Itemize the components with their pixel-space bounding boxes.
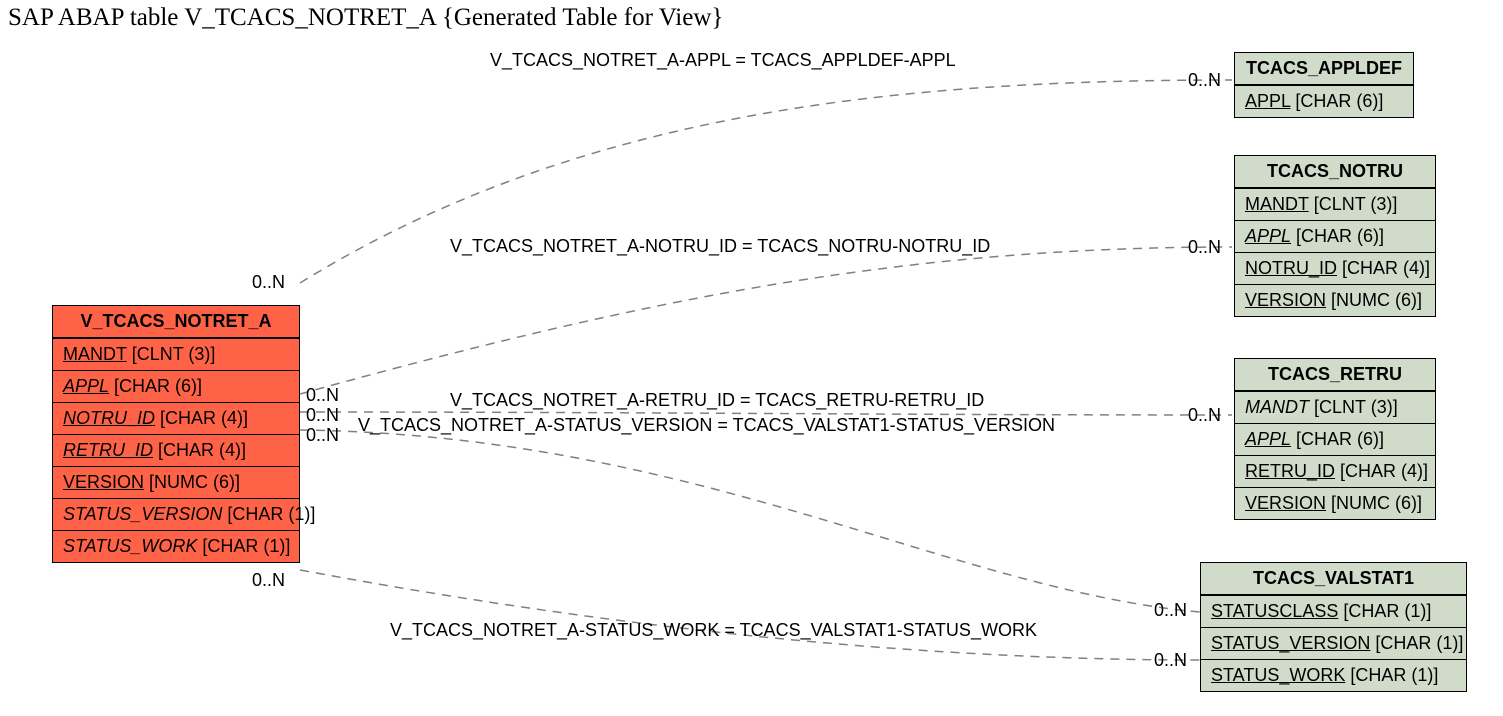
ref-table-retru: TCACS_RETRU MANDT [CLNT (3)] APPL [CHAR … xyxy=(1234,358,1436,520)
ref-table-appldef: TCACS_APPLDEF APPL [CHAR (6)] xyxy=(1234,52,1414,118)
field-row: STATUS_VERSION [CHAR (1)] xyxy=(1201,627,1466,659)
field-row: MANDT [CLNT (3)] xyxy=(1235,188,1435,220)
diagram-canvas: SAP ABAP table V_TCACS_NOTRET_A {Generat… xyxy=(0,0,1503,716)
cardinality: 0..N xyxy=(252,272,285,293)
field-row: STATUS_VERSION [CHAR (1)] xyxy=(53,498,299,530)
cardinality: 0..N xyxy=(306,385,339,406)
field-row: VERSION [NUMC (6)] xyxy=(1235,284,1435,316)
field-row: APPL [CHAR (6)] xyxy=(1235,220,1435,252)
field-row: RETRU_ID [CHAR (4)] xyxy=(53,434,299,466)
cardinality: 0..N xyxy=(306,405,339,426)
field-row: MANDT [CLNT (3)] xyxy=(53,338,299,370)
relation-label: V_TCACS_NOTRET_A-RETRU_ID = TCACS_RETRU-… xyxy=(450,390,984,411)
relation-label: V_TCACS_NOTRET_A-NOTRU_ID = TCACS_NOTRU-… xyxy=(450,236,990,257)
cardinality: 0..N xyxy=(306,425,339,446)
field-row: MANDT [CLNT (3)] xyxy=(1235,391,1435,423)
cardinality: 0..N xyxy=(1188,237,1221,258)
relation-label: V_TCACS_NOTRET_A-STATUS_VERSION = TCACS_… xyxy=(358,415,1055,436)
view-table: V_TCACS_NOTRET_A MANDT [CLNT (3)] APPL [… xyxy=(52,305,300,563)
cardinality: 0..N xyxy=(1154,600,1187,621)
field-row: STATUS_WORK [CHAR (1)] xyxy=(53,530,299,562)
table-header: TCACS_RETRU xyxy=(1235,359,1435,391)
cardinality: 0..N xyxy=(1154,650,1187,671)
table-header: TCACS_APPLDEF xyxy=(1235,53,1413,85)
page-title: SAP ABAP table V_TCACS_NOTRET_A {Generat… xyxy=(8,4,723,32)
table-header: V_TCACS_NOTRET_A xyxy=(53,306,299,338)
field-row: APPL [CHAR (6)] xyxy=(53,370,299,402)
field-row: STATUS_WORK [CHAR (1)] xyxy=(1201,659,1466,691)
relation-label: V_TCACS_NOTRET_A-STATUS_WORK = TCACS_VAL… xyxy=(390,620,1037,641)
field-row: VERSION [NUMC (6)] xyxy=(53,466,299,498)
ref-table-notru: TCACS_NOTRU MANDT [CLNT (3)] APPL [CHAR … xyxy=(1234,155,1436,317)
field-row: STATUSCLASS [CHAR (1)] xyxy=(1201,595,1466,627)
table-header: TCACS_VALSTAT1 xyxy=(1201,563,1466,595)
field-row: RETRU_ID [CHAR (4)] xyxy=(1235,455,1435,487)
field-row: NOTRU_ID [CHAR (4)] xyxy=(53,402,299,434)
relation-label: V_TCACS_NOTRET_A-APPL = TCACS_APPLDEF-AP… xyxy=(490,50,956,71)
field-row: APPL [CHAR (6)] xyxy=(1235,85,1413,117)
cardinality: 0..N xyxy=(1188,405,1221,426)
ref-table-valstat1: TCACS_VALSTAT1 STATUSCLASS [CHAR (1)] ST… xyxy=(1200,562,1467,692)
cardinality: 0..N xyxy=(1188,70,1221,91)
field-row: APPL [CHAR (6)] xyxy=(1235,423,1435,455)
field-row: NOTRU_ID [CHAR (4)] xyxy=(1235,252,1435,284)
table-header: TCACS_NOTRU xyxy=(1235,156,1435,188)
field-row: VERSION [NUMC (6)] xyxy=(1235,487,1435,519)
cardinality: 0..N xyxy=(252,570,285,591)
